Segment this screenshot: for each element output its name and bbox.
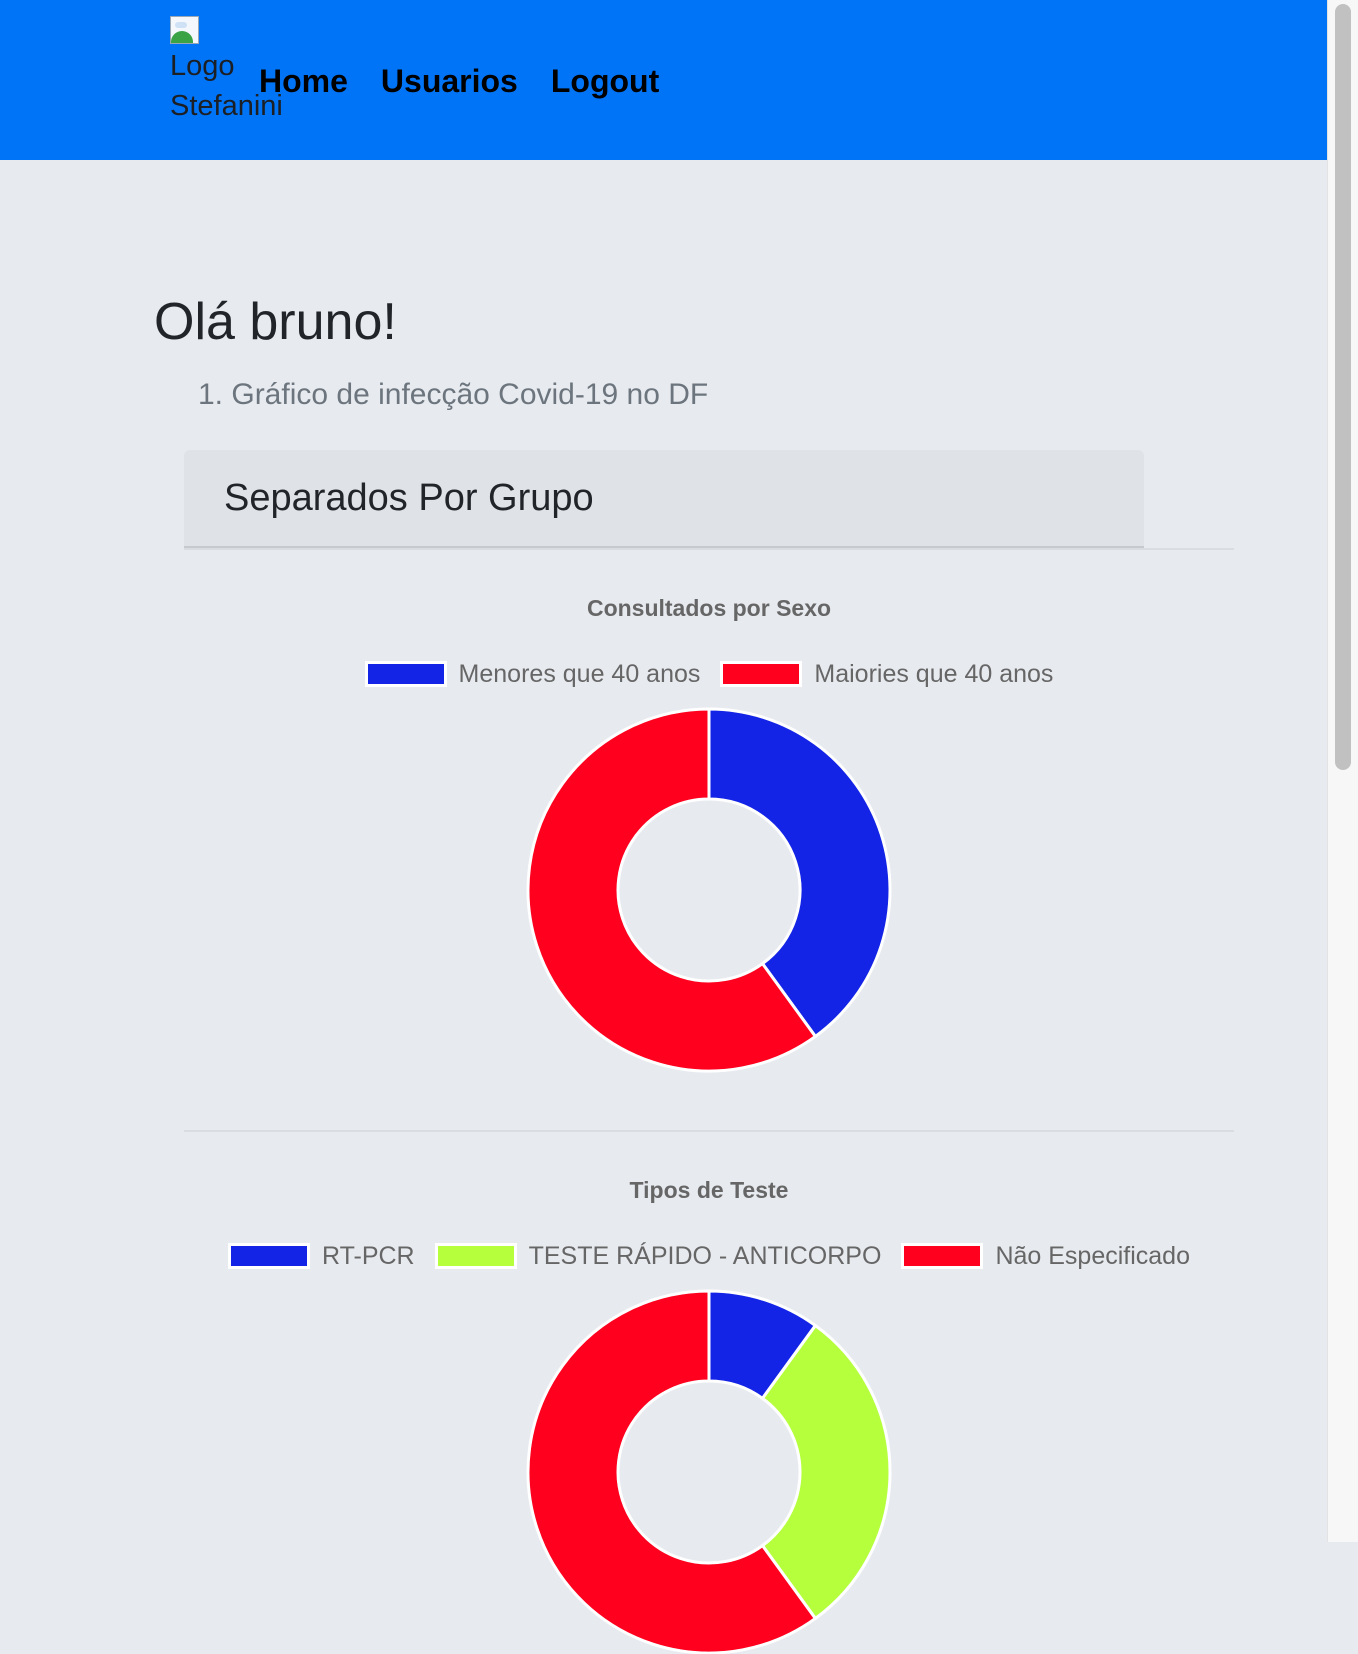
vertical-scrollbar[interactable] [1327, 0, 1358, 1542]
nav-link-logout[interactable]: Logout [551, 60, 659, 102]
legend-swatch [720, 661, 803, 687]
donut-chart-sexo[interactable] [526, 707, 892, 1073]
chart-legend-sexo: Menores que 40 anos Maiories que 40 anos [184, 659, 1234, 689]
list-item: 1. Gráfico de infecção Covid-19 no DF [198, 378, 709, 411]
nav-link-usuarios[interactable]: Usuarios [381, 60, 518, 102]
divider [184, 548, 1234, 550]
top-navbar: Logo Stefanini Home Usuarios Logout [0, 0, 1328, 160]
chart-legend-tipos: RT-PCR TESTE RÁPIDO - ANTICORPO Não Espe… [184, 1241, 1234, 1271]
logo[interactable]: Logo Stefanini [170, 16, 283, 126]
legend-swatch [434, 1243, 517, 1269]
chart-title-tipos: Tipos de Teste [629, 1177, 789, 1203]
chart-title-sexo: Consultados por Sexo [586, 595, 832, 621]
legend-label: Não Especificado [995, 1242, 1190, 1270]
page-greeting: Olá bruno! [154, 293, 397, 351]
scrollbar-thumb[interactable] [1335, 4, 1351, 770]
legend-swatch [228, 1243, 310, 1269]
legend-swatch [901, 1243, 984, 1269]
legend-label: TESTE RÁPIDO - ANTICORPO [528, 1242, 882, 1270]
broken-image-icon [170, 16, 202, 46]
card-header: Separados Por Grupo [184, 450, 1144, 548]
legend-label: Menores que 40 anos [458, 660, 701, 688]
divider [184, 1130, 1234, 1132]
legend-item[interactable]: Maiories que 40 anos [720, 659, 1053, 689]
donut-chart-tipos[interactable] [526, 1289, 892, 1654]
legend-label: Maiories que 40 anos [814, 660, 1054, 688]
nav-links: Home Usuarios Logout [259, 60, 659, 102]
legend-item[interactable]: TESTE RÁPIDO - ANTICORPO [434, 1241, 882, 1271]
legend-item[interactable]: Não Especificado [901, 1241, 1190, 1271]
nav-link-home[interactable]: Home [259, 60, 348, 102]
card-title: Separados Por Grupo [224, 477, 594, 519]
legend-label: RT-PCR [322, 1242, 415, 1270]
legend-swatch [364, 661, 447, 687]
legend-item[interactable]: RT-PCR [228, 1241, 415, 1271]
legend-item[interactable]: Menores que 40 anos [364, 659, 701, 689]
chart-list: 1. Gráfico de infecção Covid-19 no DF [198, 374, 708, 416]
